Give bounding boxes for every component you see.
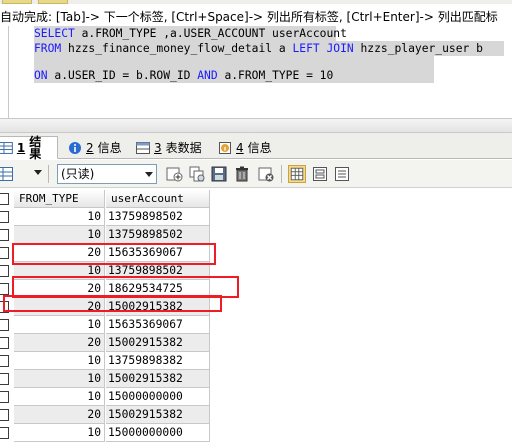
row-checkbox[interactable] — [0, 283, 9, 295]
from-type-cell[interactable]: 10 — [14, 316, 105, 334]
row-checkbox[interactable] — [0, 265, 9, 277]
row-checkbox[interactable] — [0, 337, 9, 349]
tab-info-label: 信息 — [97, 140, 122, 155]
sql-blank-line — [34, 56, 434, 68]
sql-text: hzzs_player_user b — [353, 42, 483, 55]
row-checkbox[interactable] — [0, 409, 9, 421]
tab-results-label: 结果 — [29, 134, 42, 161]
select-all-checkbox[interactable] — [0, 193, 9, 205]
row-checkbox[interactable] — [0, 373, 9, 385]
pane-splitter[interactable] — [0, 118, 512, 133]
readonly-select[interactable]: (只读) — [57, 164, 157, 184]
from-type-cell[interactable]: 10 — [14, 208, 105, 226]
from-type-cell[interactable]: 10 — [14, 226, 105, 244]
from-type-cell[interactable]: 10 — [14, 424, 105, 442]
row-checkbox[interactable] — [0, 319, 9, 331]
user-account-cell[interactable]: 15635369067 — [106, 316, 210, 334]
result-toolbar: (只读) — [0, 160, 512, 188]
sql-line-2: FROM hzzs_finance_money_flow_detail a LE… — [34, 41, 504, 56]
user-account-cell[interactable]: 13759898382 — [106, 352, 210, 370]
tab-table-data-number: 3 — [154, 140, 162, 155]
row-checkbox[interactable] — [0, 211, 9, 223]
form-mode-icon[interactable] — [311, 165, 329, 183]
duplicate-row-icon[interactable] — [188, 165, 206, 183]
sql-text: a.FROM_TYPE ,a.USER_ACCOUNT userAccount — [74, 27, 347, 40]
window-top-strip — [0, 0, 512, 4]
from-type-cell[interactable]: 20 — [14, 406, 105, 424]
user-account-cell[interactable]: 15002915382 — [106, 334, 210, 352]
tab-table-data[interactable]: 3 表数据 — [132, 136, 206, 159]
table-row[interactable]: 20 15002915382 — [0, 334, 210, 352]
sql-editor[interactable]: SELECT a.FROM_TYPE ,a.USER_ACCOUNT userA… — [0, 26, 512, 118]
user-account-cell[interactable]: 13759898502 — [106, 226, 210, 244]
autocomplete-hint: 自动完成: [Tab]-> 下一个标签, [Ctrl+Space]-> 列出所有… — [0, 10, 498, 24]
grid-view-icon[interactable] — [0, 165, 14, 183]
view-dropdown-arrow[interactable] — [34, 170, 42, 175]
delete-icon[interactable] — [233, 165, 251, 183]
user-account-cell[interactable]: 13759898502 — [106, 208, 210, 226]
table-row[interactable]: 10 15635369067 — [0, 316, 210, 334]
sql-keyword: SELECT — [34, 27, 75, 40]
table-row[interactable]: 10 15000000000 — [0, 388, 210, 406]
row-checkbox[interactable] — [0, 229, 9, 241]
from-type-cell[interactable]: 20 — [14, 334, 105, 352]
table-row[interactable]: 20 15002915382 — [0, 406, 210, 424]
user-account-cell[interactable]: 15000000000 — [106, 424, 210, 442]
annotation-box — [12, 243, 216, 265]
sql-keyword: LEFT JOIN — [292, 42, 354, 55]
tab-info-2[interactable]: 4 信息 — [214, 136, 276, 159]
sql-line-3: ON a.USER_ID = b.ROW_ID AND a.FROM_TYPE … — [34, 68, 434, 83]
tab-table-data-label: 表数据 — [165, 140, 202, 155]
sql-keyword: FROM — [34, 42, 62, 55]
save-icon[interactable] — [210, 165, 228, 183]
sql-keyword: ON — [34, 69, 48, 82]
row-checkbox[interactable] — [0, 427, 9, 439]
table-icon — [136, 141, 150, 154]
row-checkbox[interactable] — [0, 247, 9, 259]
editor-gutter — [8, 26, 9, 118]
sql-keyword: AND — [197, 69, 218, 82]
tab-info[interactable]: 2 信息 — [64, 136, 126, 159]
column-header-user-account[interactable]: userAccount — [106, 190, 210, 208]
editor-tab-2[interactable] — [38, 0, 68, 4]
cancel-changes-icon[interactable] — [257, 165, 275, 183]
user-account-cell[interactable]: 15002915382 — [106, 406, 210, 424]
row-checkbox[interactable] — [0, 355, 9, 367]
annotation-box — [3, 295, 222, 312]
insert-row-icon[interactable] — [165, 165, 183, 183]
sql-line-1: SELECT a.FROM_TYPE ,a.USER_ACCOUNT userA… — [34, 26, 347, 41]
table-row[interactable]: 10 13759898382 — [0, 352, 210, 370]
user-account-cell[interactable]: 15000000000 — [106, 388, 210, 406]
from-type-cell[interactable]: 10 — [14, 352, 105, 370]
toolbar-separator — [48, 165, 49, 183]
table-row[interactable]: 10 13759898502 — [0, 208, 210, 226]
info-icon — [69, 141, 81, 154]
sql-text: a.USER_ID = b.ROW_ID — [47, 69, 198, 82]
tab-results[interactable]: 1 结果 — [0, 134, 58, 161]
toolbar-separator — [281, 165, 282, 183]
table-row[interactable]: 10 13759898502 — [0, 226, 210, 244]
row-checkbox[interactable] — [0, 391, 9, 403]
table-row[interactable]: 10 15000000000 — [0, 424, 210, 442]
grid-icon — [0, 141, 13, 154]
chevron-down-icon — [145, 172, 153, 177]
sql-text: a.FROM_TYPE = 10 — [217, 69, 334, 82]
result-tabs-bar: 1 结果 2 信息 3 表数据 4 信息 — [0, 133, 512, 161]
readonly-select-value: (只读) — [61, 167, 95, 181]
grid-header-row: FROM_TYPE userAccount — [0, 190, 210, 208]
editor-tab-1[interactable] — [2, 0, 32, 4]
table-row[interactable]: 10 15002915382 — [0, 370, 210, 388]
tab-info-2-number: 4 — [236, 140, 244, 155]
tab-results-number: 1 — [16, 140, 26, 155]
sql-text: hzzs_finance_money_flow_detail a — [61, 42, 293, 55]
tab-info-number: 2 — [86, 140, 94, 155]
text-mode-icon[interactable] — [333, 165, 351, 183]
from-type-cell[interactable]: 10 — [14, 370, 105, 388]
info-page-icon — [219, 141, 231, 154]
from-type-cell[interactable]: 10 — [14, 388, 105, 406]
grid-mode-icon[interactable] — [288, 165, 306, 183]
user-account-cell[interactable]: 15002915382 — [106, 370, 210, 388]
column-header-from-type[interactable]: FROM_TYPE — [14, 190, 105, 208]
tab-info-2-label: 信息 — [247, 140, 272, 155]
